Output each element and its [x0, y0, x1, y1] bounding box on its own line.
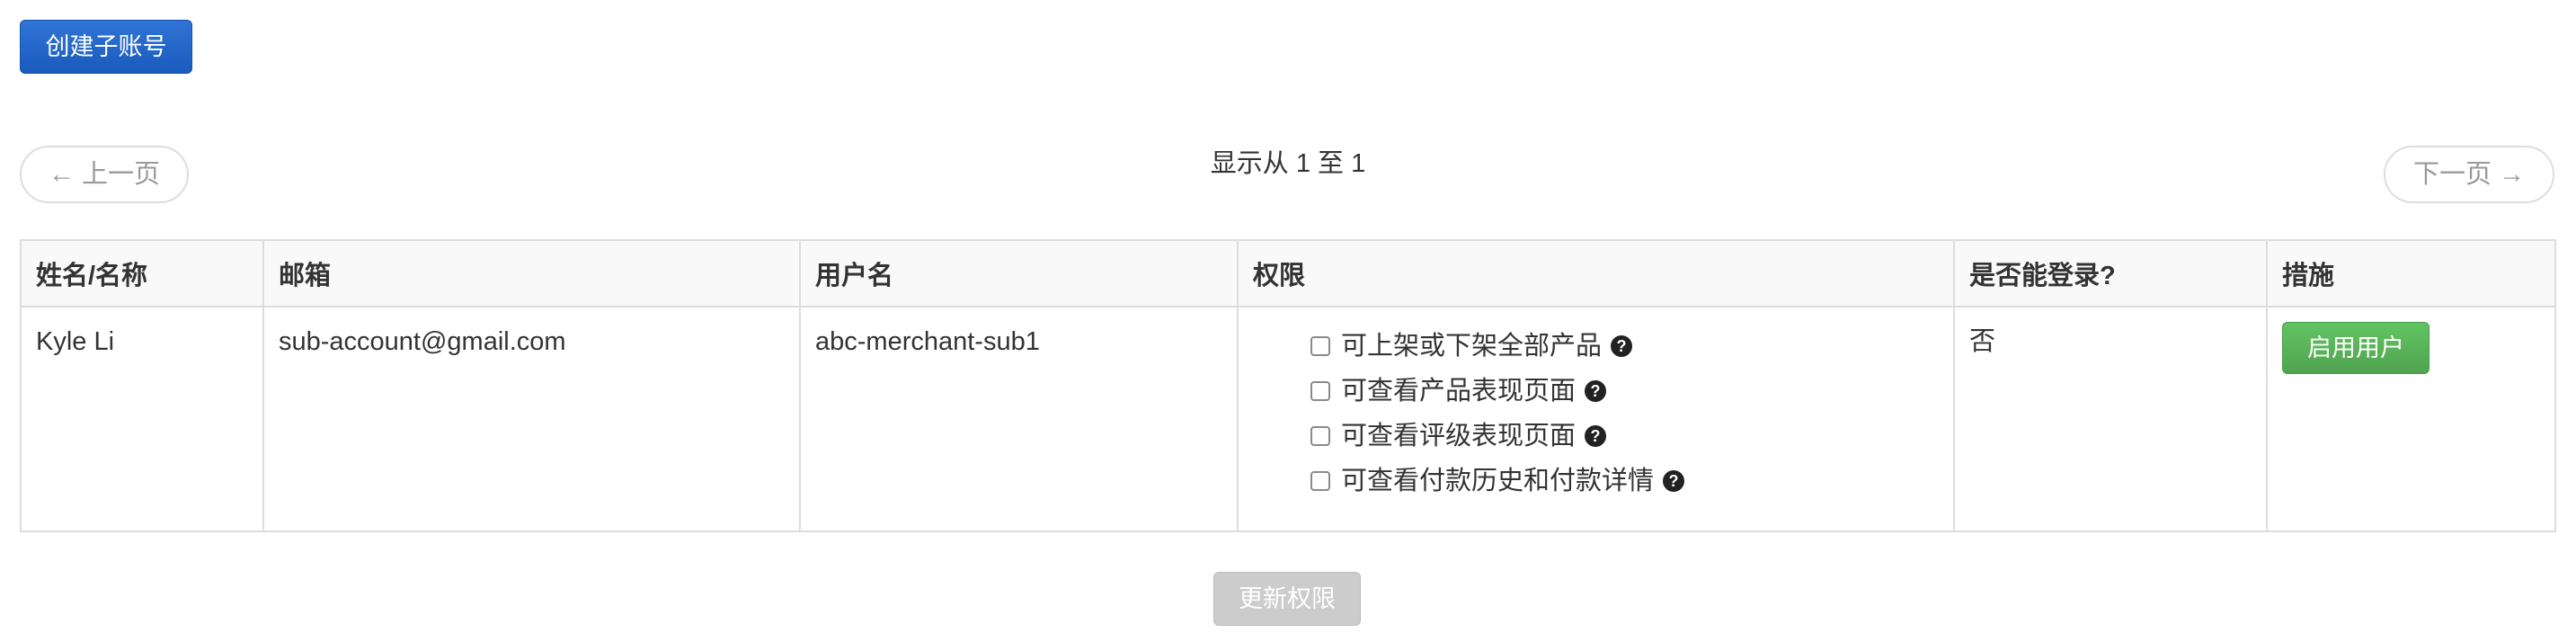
pagination-info: 显示从 1 至 1 [1210, 149, 1366, 178]
question-circle-icon[interactable]: ? [1663, 470, 1685, 492]
permission-checkbox-product-performance[interactable] [1310, 381, 1330, 401]
permission-label: 可上架或下架全部产品 [1341, 332, 1603, 361]
next-page-button[interactable]: 下一页 → [2384, 146, 2554, 203]
question-circle-icon[interactable]: ? [1585, 425, 1607, 447]
question-circle-icon[interactable]: ? [1611, 335, 1633, 357]
cell-username: abc-merchant-sub1 [799, 306, 1239, 532]
enable-user-button[interactable]: 启用用户 [2282, 322, 2429, 374]
column-header-username: 用户名 [799, 239, 1239, 308]
cell-name: Kyle Li [20, 306, 264, 532]
table-row: Kyle Li sub-account@gmail.com abc-mercha… [20, 306, 2556, 532]
permission-checkbox-payment-history[interactable] [1310, 471, 1330, 491]
sub-accounts-table: 姓名/名称 邮箱 用户名 权限 是否能登录? 措施 Kyle Li sub-ac… [20, 239, 2556, 532]
create-sub-account-button[interactable]: 创建子账号 [20, 20, 192, 74]
column-header-actions: 措施 [2266, 239, 2556, 308]
permission-label: 可查看产品表现页面 [1341, 377, 1577, 406]
column-header-email: 邮箱 [262, 239, 801, 308]
permission-item: 可查看产品表现页面 ? [1310, 369, 1939, 414]
cell-permissions: 可上架或下架全部产品 ? 可查看产品表现页面 ? 可查看评级表现页面 ? 可查看… [1237, 306, 1955, 532]
cell-actions: 启用用户 [2266, 306, 2556, 532]
permission-list: 可上架或下架全部产品 ? 可查看产品表现页面 ? 可查看评级表现页面 ? 可查看… [1253, 324, 1939, 504]
permission-checkbox-rating-performance[interactable] [1310, 426, 1330, 446]
permission-label: 可查看评级表现页面 [1341, 422, 1577, 450]
page: 创建子账号 ← 上一页 显示从 1 至 1 下一页 → 姓名/名称 邮箱 用户名… [0, 0, 2576, 642]
permission-item: 可上架或下架全部产品 ? [1310, 324, 1939, 369]
column-header-permissions: 权限 [1237, 239, 1955, 308]
permission-checkbox-list-products[interactable] [1310, 336, 1330, 356]
permission-item: 可查看付款历史和付款详情 ? [1310, 459, 1939, 504]
question-circle-icon[interactable]: ? [1585, 380, 1607, 402]
cell-email: sub-account@gmail.com [262, 306, 801, 532]
permission-item: 可查看评级表现页面 ? [1310, 414, 1939, 459]
column-header-can-login: 是否能登录? [1953, 239, 2268, 308]
update-permissions-button[interactable]: 更新权限 [1213, 572, 1361, 626]
permission-label: 可查看付款历史和付款详情 [1341, 467, 1655, 495]
table-header-row: 姓名/名称 邮箱 用户名 权限 是否能登录? 措施 [20, 239, 2556, 308]
cell-can-login: 否 [1953, 306, 2268, 532]
column-header-name: 姓名/名称 [20, 239, 264, 308]
